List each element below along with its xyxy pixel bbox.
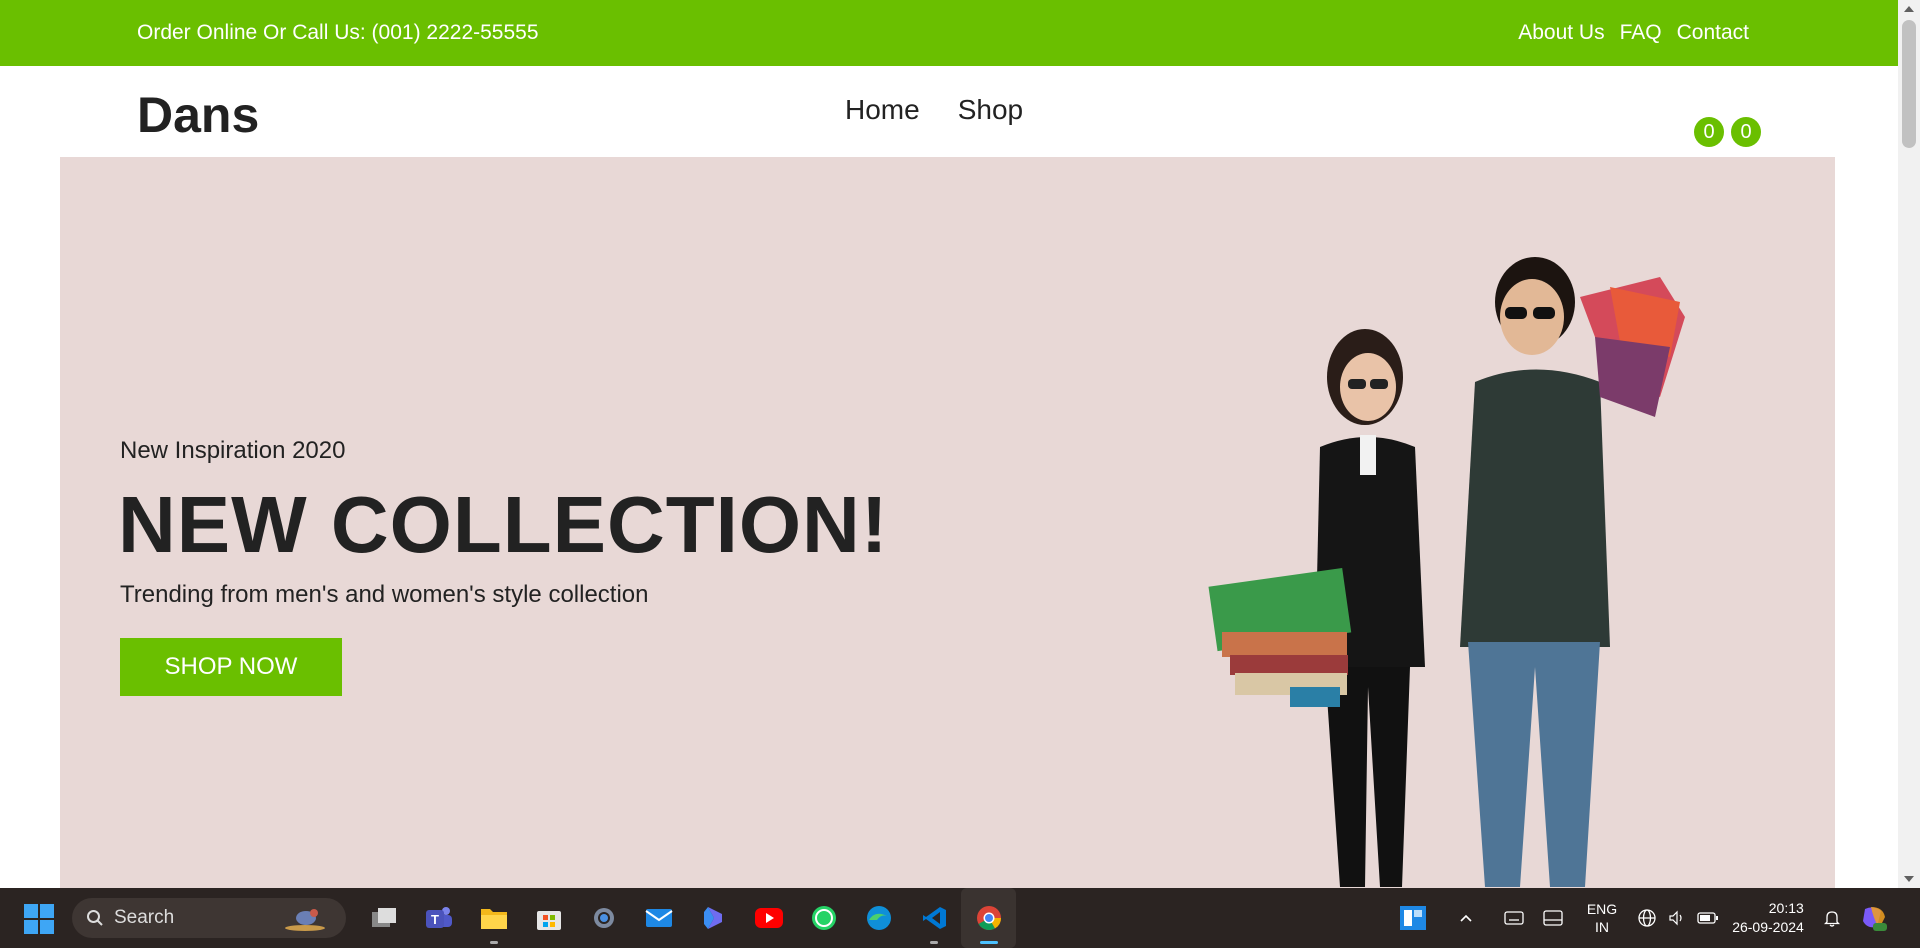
nav-home[interactable]: Home	[845, 94, 920, 126]
youtube-icon[interactable]	[741, 888, 796, 948]
shop-now-button[interactable]: SHOP NOW	[120, 638, 342, 696]
volume-icon[interactable]	[1662, 910, 1692, 926]
cart-count-badge[interactable]: 0	[1731, 117, 1761, 147]
hero-subtitle: New Inspiration 2020	[120, 437, 346, 464]
search-icon	[87, 910, 103, 926]
top-bar: Order Online Or Call Us: (001) 2222-5555…	[0, 0, 1898, 66]
hero-couple-image	[1208, 257, 1685, 887]
windows-taskbar: Search T ENG IN 20:13 26-09-2024	[0, 888, 1920, 948]
language-code: ENG	[1586, 901, 1618, 917]
contact-phone-text: Order Online Or Call Us: (001) 2222-5555…	[137, 21, 539, 44]
wishlist-count-badge[interactable]: 0	[1694, 117, 1724, 147]
about-us-link[interactable]: About Us	[1518, 21, 1604, 45]
clock[interactable]: 20:13 26-09-2024	[1724, 899, 1812, 937]
hero-tagline: Trending from men's and women's style co…	[120, 581, 649, 608]
file-explorer-icon[interactable]	[466, 888, 521, 948]
copilot-pre-icon[interactable]	[1852, 903, 1896, 933]
battery-icon[interactable]	[1692, 912, 1724, 924]
faq-link[interactable]: FAQ	[1620, 21, 1662, 45]
region-code: IN	[1595, 919, 1609, 935]
settings-icon[interactable]	[576, 888, 631, 948]
clock-time: 20:13	[1768, 900, 1804, 916]
site-logo[interactable]: Dans	[137, 86, 259, 144]
notification-bell-icon[interactable]	[1812, 909, 1852, 927]
search-highlight-bird-icon	[285, 909, 325, 931]
keyboard-icon[interactable]	[1494, 911, 1534, 925]
task-view-icon[interactable]	[356, 888, 411, 948]
main-nav: Home Shop	[845, 94, 1023, 126]
copilot-icon[interactable]	[686, 888, 741, 948]
network-globe-icon[interactable]	[1632, 908, 1662, 928]
touchpad-icon[interactable]	[1534, 910, 1572, 926]
header-badges: 0 0	[1694, 117, 1761, 147]
site-header: Dans Home Shop 0 0	[0, 66, 1898, 157]
contact-link[interactable]: Contact	[1677, 21, 1749, 45]
language-indicator[interactable]: ENG IN	[1572, 900, 1632, 936]
nav-shop[interactable]: Shop	[958, 94, 1023, 126]
microsoft-store-icon[interactable]	[521, 888, 576, 948]
hero-banner: New Inspiration 2020 NEW COLLECTION! Tre…	[60, 157, 1835, 888]
top-links: About Us FAQ Contact	[1518, 21, 1749, 45]
web-page: Order Online Or Call Us: (001) 2222-5555…	[0, 0, 1898, 888]
svg-text:T: T	[431, 912, 439, 927]
scroll-up-arrow-icon[interactable]	[1904, 6, 1914, 12]
whatsapp-icon[interactable]	[796, 888, 851, 948]
edge-icon[interactable]	[851, 888, 906, 948]
page-scrollbar[interactable]	[1898, 0, 1920, 888]
show-hidden-icons-chevron-icon[interactable]	[1438, 913, 1494, 923]
search-label: Search	[114, 907, 175, 928]
taskbar-search-box[interactable]: Search	[72, 898, 346, 938]
taskbar-apps: T	[356, 888, 1016, 948]
widgets-icon[interactable]	[1388, 905, 1438, 931]
vscode-icon[interactable]	[906, 888, 961, 948]
windows-start-icon[interactable]	[24, 904, 54, 934]
clock-date: 26-09-2024	[1732, 919, 1804, 935]
chrome-icon[interactable]	[961, 888, 1016, 948]
hero-title: NEW COLLECTION!	[118, 480, 889, 569]
scroll-down-arrow-icon[interactable]	[1904, 876, 1914, 882]
scrollbar-thumb[interactable]	[1902, 20, 1916, 148]
system-tray: ENG IN 20:13 26-09-2024	[1388, 888, 1896, 948]
mail-icon[interactable]	[631, 888, 686, 948]
teams-icon[interactable]: T	[411, 888, 466, 948]
